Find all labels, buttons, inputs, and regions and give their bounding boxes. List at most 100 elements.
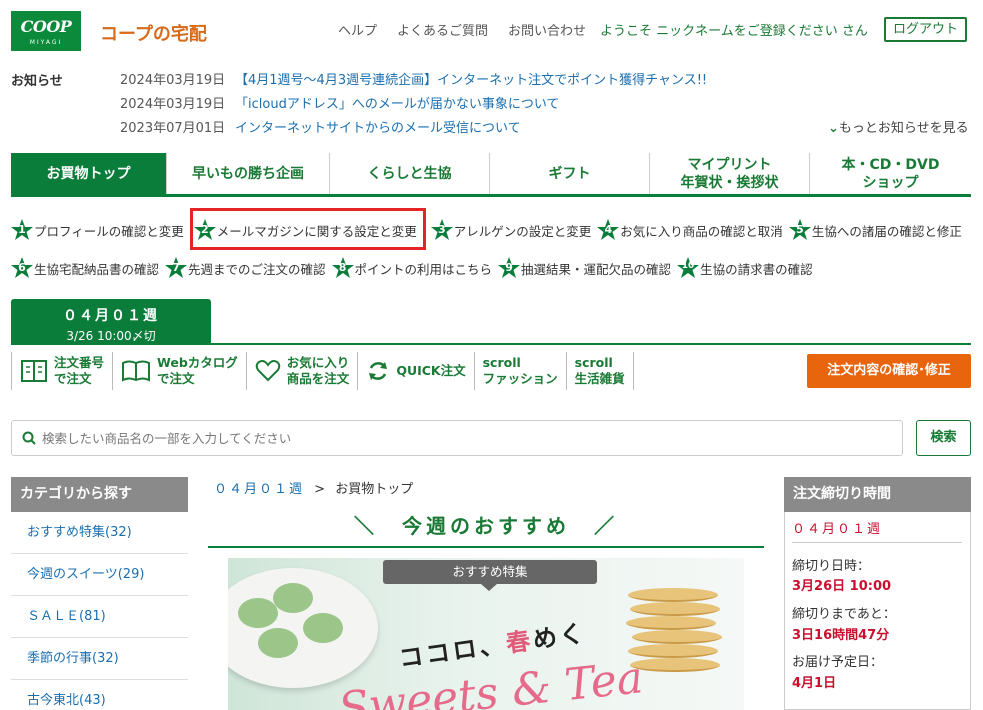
tab-shopping-top[interactable]: お買物トップ xyxy=(11,153,167,194)
search-input[interactable] xyxy=(42,430,882,446)
step-label: お気に入り商品の確認と取消 xyxy=(620,223,783,239)
contact-link[interactable]: お問い合わせ xyxy=(508,20,586,39)
sidebar-item[interactable]: ＳＡＬＥ(81) xyxy=(11,596,188,638)
week-deadline: 3/26 10:00〆切 xyxy=(66,329,156,343)
news-title-link[interactable]: インターネットサイトからのメール受信について xyxy=(235,121,521,136)
scroll-fashion-button[interactable]: scroll ファッション xyxy=(473,352,567,390)
sidebar-title: カテゴリから探す xyxy=(11,477,188,512)
news-title-link[interactable]: 【4月1週号～4月3週号連続企画】インターネット注文でポイント獲得チャンス!! xyxy=(235,73,707,88)
help-link[interactable]: ヘルプ xyxy=(338,20,377,39)
sweet-image xyxy=(273,583,313,613)
breadcrumb-separator: > xyxy=(314,482,326,497)
favorites-order-button[interactable]: お気に入り 商品を注文 xyxy=(245,352,359,390)
tab-label-sub: 年賀状・挨拶状 xyxy=(680,174,779,191)
coop-logo[interactable]: COOP MIYAGI xyxy=(11,11,81,51)
search-button[interactable]: 検索 xyxy=(916,420,971,456)
points-link[interactable]: 8 ポイントの利用はこちら xyxy=(331,257,493,279)
logo-subtext: MIYAGI xyxy=(29,39,63,46)
notifications-link[interactable]: 5 生協への諸届の確認と修正 xyxy=(788,219,962,241)
lottery-results-link[interactable]: 9 抽選結果・運配欠品の確認 xyxy=(498,257,671,279)
tool-label: QUICK注文 xyxy=(396,363,466,378)
star-number-icon: 9 xyxy=(498,257,521,279)
news-item: 2024年03月19日 「icloudアドレス」へのメールが届かない事象について xyxy=(120,93,559,112)
tool-label: Webカタログ xyxy=(157,355,238,370)
tab-early-bird[interactable]: 早いもの勝ち企画 xyxy=(167,153,330,194)
invoice-link[interactable]: 10 生協の請求書の確認 xyxy=(677,257,813,279)
tab-gift[interactable]: ギフト xyxy=(490,153,650,194)
tab-myprint[interactable]: マイプリント 年賀状・挨拶状 xyxy=(650,153,810,194)
tab-label: 本・CD・DVD xyxy=(841,156,940,173)
feature-banner[interactable]: おすすめ特集 ココロ、春めく Sweets & Tea xyxy=(228,558,744,710)
category-sidebar: カテゴリから探す おすすめ特集(32) 今週のスイーツ(29) ＳＡＬＥ(81)… xyxy=(11,477,188,710)
star-number-icon: 1 xyxy=(11,219,33,241)
sweet-image xyxy=(303,613,343,643)
step-label: 生協宅配納品書の確認 xyxy=(34,261,160,277)
favorites-link[interactable]: 4 お気に入り商品の確認と取消 xyxy=(597,219,783,241)
banner-tag: おすすめ特集 xyxy=(383,560,597,584)
remain-value: 3日16時間47分 xyxy=(792,628,890,643)
tab-label: マイプリント xyxy=(687,156,772,173)
order-review-button[interactable]: 注文内容の確認･修正 xyxy=(807,354,971,388)
heart-icon xyxy=(255,360,281,382)
logo-text: COOP xyxy=(20,17,72,36)
tab-label: 早いもの勝ち企画 xyxy=(192,165,304,182)
search-icon xyxy=(22,431,36,445)
refresh-icon xyxy=(369,362,388,380)
profile-link[interactable]: 1 プロフィールの確認と変更 xyxy=(11,219,184,241)
recommend-heading: ＼ 今週のおすすめ ／ xyxy=(208,510,764,548)
tab-life-coop[interactable]: くらしと生協 xyxy=(330,153,490,194)
step-label: ポイントの利用はこちら xyxy=(354,261,493,277)
divider xyxy=(11,343,971,345)
faq-link[interactable]: よくあるご質問 xyxy=(397,20,488,39)
order-toolbar: 注文番号 で注文 Webカタログ で注文 お気に入り 商品を注文 QUICK注文 sc… xyxy=(11,352,634,390)
news-date: 2024年03月19日 xyxy=(120,97,226,112)
tool-label: scroll xyxy=(482,355,521,370)
tool-label: お気に入り xyxy=(286,355,350,370)
pancake-image xyxy=(630,602,720,616)
sidebar-item[interactable]: 季節の行事(32) xyxy=(11,638,188,680)
search-bar xyxy=(11,420,903,456)
sidebar-item[interactable]: おすすめ特集(32) xyxy=(11,512,188,554)
news-title-link[interactable]: 「icloudアドレス」へのメールが届かない事象について xyxy=(235,97,559,112)
news-item: 2023年07月01日 インターネットサイトからのメール受信について xyxy=(120,117,521,136)
step-label: 先週までのご注文の確認 xyxy=(188,261,326,277)
order-by-number-button[interactable]: 注文番号 で注文 xyxy=(11,352,114,390)
news-label: お知らせ xyxy=(11,74,63,89)
quick-order-button[interactable]: QUICK注文 xyxy=(357,352,475,390)
step-label: アレルゲンの設定と変更 xyxy=(453,223,592,239)
breadcrumb-week-link[interactable]: ０４月０１週 xyxy=(214,482,304,497)
tab-books-cd-dvd[interactable]: 本・CD・DVD ショップ xyxy=(810,153,971,194)
breadcrumb-current: お買物トップ xyxy=(335,482,414,497)
news-date: 2024年03月19日 xyxy=(120,73,226,88)
news-date: 2023年07月01日 xyxy=(120,121,226,136)
highlight-box xyxy=(190,208,426,250)
past-orders-link[interactable]: 7 先週までのご注文の確認 xyxy=(165,257,326,279)
more-news-label: もっとお知らせを見る xyxy=(838,121,969,136)
star-number-icon: 7 xyxy=(165,257,188,279)
top-nav: ヘルプ よくあるご質問 お問い合わせ xyxy=(338,20,586,39)
brand-title[interactable]: コープの宅配 xyxy=(100,20,207,46)
step-label: 生協への諸届の確認と修正 xyxy=(811,223,962,239)
logout-button[interactable]: ログアウト xyxy=(884,17,967,42)
step-label: プロフィールの確認と変更 xyxy=(34,223,184,239)
sidebar-item[interactable]: 今週のスイーツ(29) xyxy=(11,554,188,596)
star-number-icon: 5 xyxy=(788,219,811,241)
star-number-icon: 10 xyxy=(677,257,700,279)
web-catalog-button[interactable]: Webカタログ で注文 xyxy=(112,352,247,390)
more-news-link[interactable]: ⌄もっとお知らせを見る xyxy=(828,117,969,136)
sidebar-item[interactable]: 古今東北(43) xyxy=(11,680,188,710)
tab-label: くらしと生協 xyxy=(367,165,452,182)
account-links-row1: 1 プロフィールの確認と変更 2 メールマガジンに関する設定と変更 3 アレルゲ… xyxy=(11,219,968,241)
banner-tag-pointer xyxy=(481,584,497,591)
tool-label-sub: で注文 xyxy=(157,371,195,386)
delivery-slip-link[interactable]: 6 生協宅配納品書の確認 xyxy=(11,257,159,279)
deadline-week: ０４月０１週 xyxy=(792,522,883,537)
delivery-value: 4月1日 xyxy=(792,676,837,691)
tool-label-sub: 商品を注文 xyxy=(286,371,350,386)
allergen-link[interactable]: 3 アレルゲンの設定と変更 xyxy=(430,219,592,241)
sweet-image xyxy=(258,628,298,658)
scroll-household-button[interactable]: scroll 生活雑貨 xyxy=(565,352,634,390)
book-icon xyxy=(122,360,151,382)
week-tab[interactable]: ０４月０１週 3/26 10:00〆切 xyxy=(11,299,211,344)
divider xyxy=(792,542,962,543)
